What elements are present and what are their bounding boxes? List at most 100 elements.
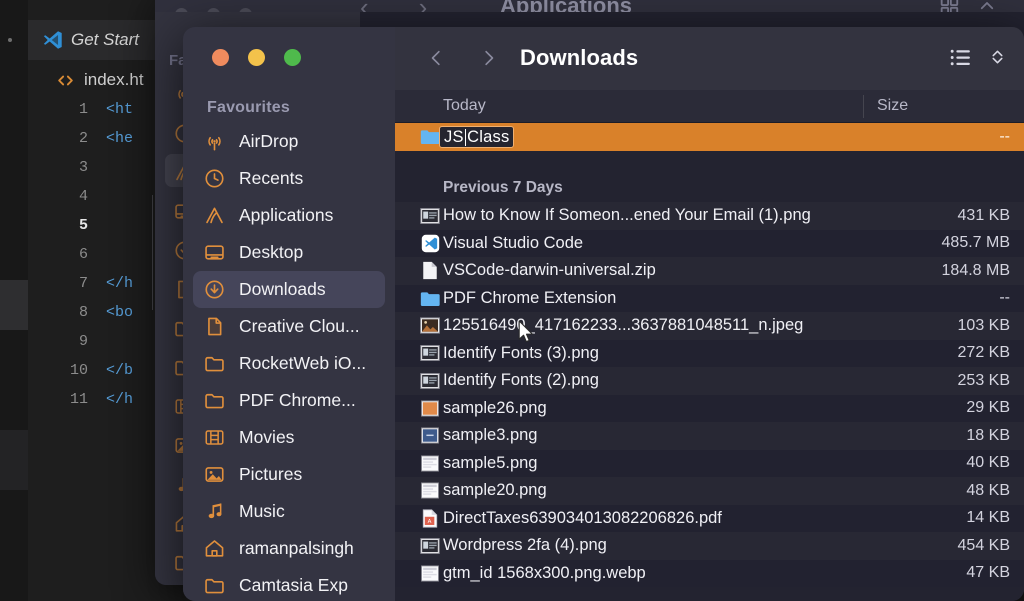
- sidebar-item-desktop[interactable]: Desktop: [193, 234, 385, 271]
- sidebar-item-label: Pictures: [239, 464, 303, 484]
- folder-icon: [203, 574, 226, 597]
- vscode-line-number: 6: [78, 246, 88, 263]
- file-name: PDF Chrome Extension: [443, 288, 617, 307]
- table-row[interactable]: How to Know If Someon...ened Your Email …: [395, 202, 1024, 230]
- file-list[interactable]: JS Class -- Previous 7 Days How to Know If …: [395, 123, 1024, 601]
- list-group-header: Previous 7 Days: [395, 174, 1024, 202]
- png-image-icon: [420, 207, 440, 225]
- column-header-size[interactable]: Size: [877, 97, 908, 115]
- rename-input[interactable]: JS Class: [439, 126, 515, 148]
- sidebar-item-label: Creative Clou...: [239, 316, 360, 336]
- vscode-breadcrumb[interactable]: index.ht: [56, 70, 144, 90]
- table-row[interactable]: sample3.png 18 KB: [395, 422, 1024, 450]
- sidebar-item-airdrop[interactable]: AirDrop: [193, 123, 385, 160]
- list-view-icon[interactable]: [948, 45, 973, 70]
- png-blue-icon: [420, 427, 440, 445]
- file-size: 14 KB: [966, 509, 1010, 527]
- blue-folder-icon: [420, 289, 440, 307]
- vscode-line-number: 8: [78, 304, 88, 321]
- chevron-up-down-icon[interactable]: [989, 44, 1006, 70]
- vscode-line-number: 3: [78, 159, 88, 176]
- vscode-line-number: 7: [78, 275, 88, 292]
- table-row[interactable]: Identify Fonts (3).png 272 KB: [395, 339, 1024, 367]
- table-row[interactable]: Identify Fonts (2).png 253 KB: [395, 367, 1024, 395]
- sidebar-item-applications[interactable]: Applications: [193, 197, 385, 234]
- png-light-icon: [420, 454, 440, 472]
- table-row[interactable]: A DirectTaxes639034013082206826.pdf 14 KB: [395, 504, 1024, 532]
- sidebar-item-recents[interactable]: Recents: [193, 160, 385, 197]
- column-header-row[interactable]: Today Size: [395, 90, 1024, 123]
- table-row[interactable]: 125516490_417162233...3637881048511_n.jp…: [395, 312, 1024, 340]
- sidebar-section-title: Favourites: [207, 99, 290, 116]
- file-size: 47 KB: [966, 564, 1010, 582]
- vscode-line-number: 4: [78, 188, 88, 205]
- sidebar-item-movies[interactable]: Movies: [193, 419, 385, 456]
- folder-icon: [203, 389, 226, 412]
- table-row[interactable]: sample5.png 40 KB: [395, 449, 1024, 477]
- vscode-line-number: 2: [78, 130, 88, 147]
- sidebar-item-creative-clou[interactable]: Creative Clou...: [193, 308, 385, 345]
- file-size: 48 KB: [966, 481, 1010, 499]
- nav-back-button[interactable]: [419, 41, 453, 75]
- vscode-sidebar-block-2: [0, 430, 28, 490]
- file-size: 18 KB: [966, 426, 1010, 444]
- table-row[interactable]: gtm_id 1568x300.png.webp 47 KB: [395, 559, 1024, 587]
- rename-text-after-caret: Class: [467, 127, 510, 146]
- sidebar-item-label: AirDrop: [239, 131, 299, 151]
- desktop-icon: [203, 241, 226, 264]
- file-name: DirectTaxes639034013082206826.pdf: [443, 508, 722, 527]
- sidebar-item-music[interactable]: Music: [193, 493, 385, 530]
- airdrop-icon: [203, 130, 226, 153]
- jpeg-photo-icon: [420, 317, 440, 335]
- file-name: sample20.png: [443, 481, 547, 500]
- vscode-line-code: </h: [106, 391, 134, 408]
- zoom-button[interactable]: [284, 49, 301, 66]
- file-size: 184.8 MB: [941, 261, 1010, 279]
- window-traffic-lights[interactable]: [212, 49, 301, 66]
- nav-forward-button[interactable]: [471, 41, 505, 75]
- table-row[interactable]: Visual Studio Code 485.7 MB: [395, 229, 1024, 257]
- file-name: How to Know If Someon...ened Your Email …: [443, 206, 811, 225]
- table-row[interactable]: JS Class --: [395, 123, 1024, 151]
- sidebar-item-camtasia-exp[interactable]: Camtasia Exp: [193, 567, 385, 601]
- table-row[interactable]: VSCode-darwin-universal.zip 184.8 MB: [395, 257, 1024, 285]
- table-row[interactable]: sample20.png 48 KB: [395, 477, 1024, 505]
- music-note-icon: [203, 500, 226, 523]
- png-image-icon: [420, 537, 440, 555]
- sidebar-item-label: Downloads: [239, 279, 326, 299]
- sidebar-item-pictures[interactable]: Pictures: [193, 456, 385, 493]
- finder-toolbar[interactable]: Downloads: [395, 27, 1024, 90]
- folder-icon: [203, 352, 226, 375]
- sidebar-item-rocketweb-io[interactable]: RocketWeb iO...: [193, 345, 385, 382]
- vscode-line-number: 10: [69, 362, 88, 379]
- table-row[interactable]: sample26.png 29 KB: [395, 394, 1024, 422]
- html-code-icon: [56, 71, 75, 90]
- sidebar-item-pdf-chrome[interactable]: PDF Chrome...: [193, 382, 385, 419]
- vscode-activity-dot: [8, 38, 12, 42]
- finder-main-pane: Downloads Today Size JS Class -- Previou…: [395, 27, 1024, 601]
- toolbar-right-group[interactable]: [948, 44, 1006, 70]
- column-header-name[interactable]: Today: [443, 97, 486, 115]
- finder-window-downloads[interactable]: Favourites AirDrop Recents Applications Des…: [183, 27, 1024, 601]
- file-size: --: [999, 127, 1010, 145]
- file-size: 485.7 MB: [941, 234, 1010, 252]
- recents-clock-icon: [203, 167, 226, 190]
- column-divider[interactable]: [863, 95, 864, 118]
- file-name: Visual Studio Code: [443, 233, 584, 252]
- file-size: --: [999, 289, 1010, 307]
- file-name: sample26.png: [443, 398, 547, 417]
- table-row[interactable]: PDF Chrome Extension --: [395, 284, 1024, 312]
- finder-sidebar[interactable]: Favourites AirDrop Recents Applications Des…: [183, 27, 395, 601]
- sidebar-item-label: ramanpalsingh: [239, 538, 354, 558]
- close-button[interactable]: [212, 49, 229, 66]
- sidebar-item-downloads[interactable]: Downloads: [193, 271, 385, 308]
- sidebar-item-ramanpalsingh[interactable]: ramanpalsingh: [193, 530, 385, 567]
- sidebar-item-label: Desktop: [239, 242, 304, 262]
- file-size: 454 KB: [957, 536, 1010, 554]
- svg-text:A: A: [428, 519, 432, 525]
- file-size: 253 KB: [957, 371, 1010, 389]
- table-row[interactable]: Wordpress 2fa (4).png 454 KB: [395, 532, 1024, 560]
- file-name: sample3.png: [443, 426, 538, 445]
- file-name: Identify Fonts (3).png: [443, 343, 599, 362]
- minimize-button[interactable]: [248, 49, 265, 66]
